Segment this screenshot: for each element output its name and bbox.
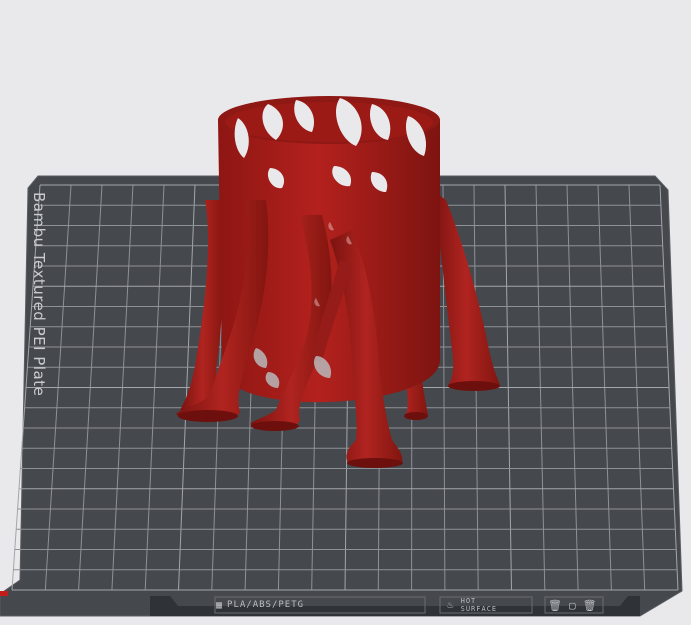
hot-surface-icon: ♨ <box>447 598 455 611</box>
hot-surface-strip: ♨ HOT SURFACE <box>447 597 527 613</box>
trash-icon: 🗑 <box>548 598 563 612</box>
build-plate-scene[interactable] <box>0 0 691 625</box>
plate-label-text: Bambu Textured PEI Plate <box>30 192 48 397</box>
plate-icon: ▢ <box>568 598 577 612</box>
3d-viewport[interactable]: Bambu Textured PEI Plate ▦ PLA/ABS/PETG … <box>0 0 691 625</box>
plate-label: Bambu Textured PEI Plate <box>26 192 52 396</box>
material-strip: ▦ PLA/ABS/PETG <box>216 597 422 613</box>
hot-surface-text: HOT SURFACE <box>461 597 498 613</box>
material-strip-text: PLA/ABS/PETG <box>227 600 305 610</box>
hot-surface-line1: HOT <box>460 597 477 605</box>
plate-info-icons: 🗑 ▢ 🗑 <box>548 597 598 613</box>
trash-icon-2: 🗑 <box>582 598 598 612</box>
plate-grid-icon: ▦ <box>216 599 224 611</box>
hot-surface-line2: SURFACE <box>460 605 498 613</box>
